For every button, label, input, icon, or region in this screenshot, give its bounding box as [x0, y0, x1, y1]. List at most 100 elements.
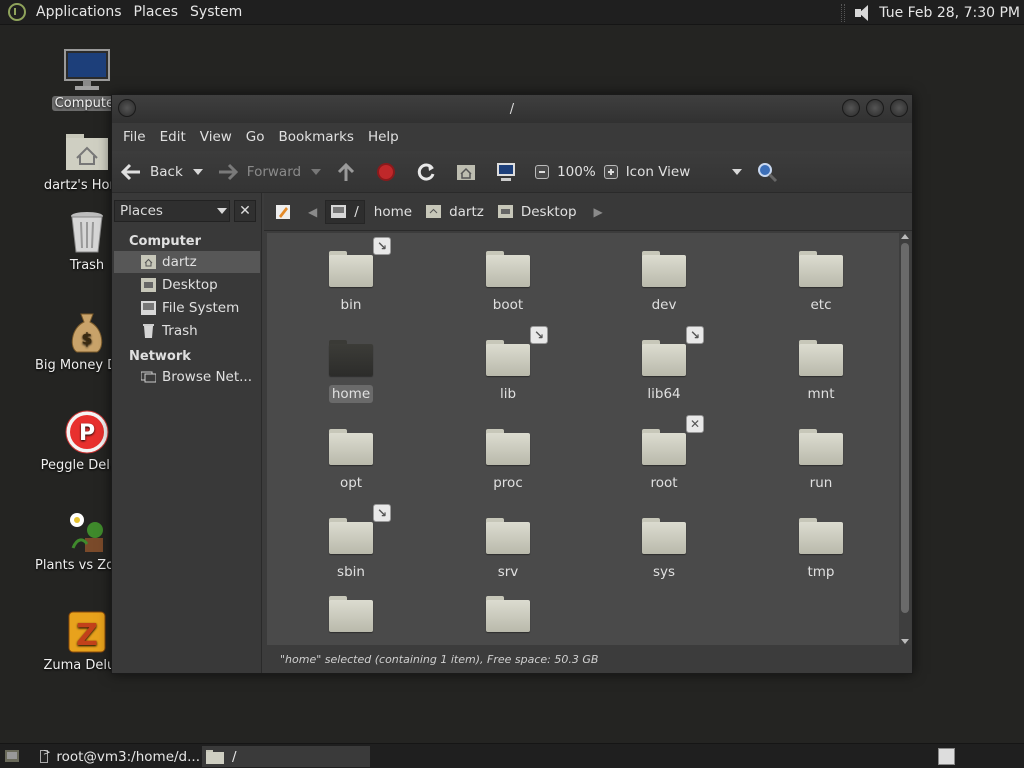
sidebar-close-button[interactable]: ✕	[234, 200, 256, 222]
vertical-scrollbar[interactable]	[899, 233, 911, 645]
applications-menu[interactable]: Applications	[30, 0, 128, 25]
sidebar-item-label: Browse Net...	[162, 369, 253, 385]
scroll-up-arrow[interactable]	[901, 234, 909, 239]
window-menu-button[interactable]	[118, 99, 136, 117]
path-scroll-right[interactable]: ▶	[594, 205, 603, 219]
sidebar-item-trash[interactable]: Trash	[114, 320, 260, 342]
stop-icon	[375, 161, 397, 183]
task-file-manager[interactable]: /	[202, 746, 370, 767]
zoom-level: 100%	[557, 163, 596, 180]
search-button[interactable]	[756, 151, 786, 193]
show-desktop-icon[interactable]	[4, 748, 20, 764]
menu-go[interactable]: Go	[239, 129, 272, 145]
folder-item[interactable]: run	[771, 429, 871, 492]
sidebar-type-combo[interactable]: Places	[114, 200, 230, 222]
crumb-desktop[interactable]: Desktop	[493, 200, 582, 224]
sidebar-item-dartz[interactable]: dartz	[114, 251, 260, 273]
menu-file[interactable]: File	[116, 129, 153, 145]
crumb-root[interactable]: /	[325, 199, 365, 224]
forward-button[interactable]: Forward	[217, 151, 301, 193]
sidebar-item-desktop[interactable]: Desktop	[114, 274, 260, 296]
folder-icon	[799, 429, 843, 465]
up-button[interactable]	[335, 151, 365, 193]
sidebar-item-file-system[interactable]: File System	[114, 297, 260, 319]
drive-icon	[331, 205, 347, 218]
folder-icon	[799, 340, 843, 376]
workspace-switcher[interactable]	[938, 748, 955, 765]
svg-text:Z: Z	[76, 618, 98, 653]
folder-item[interactable]: ↘ sbin	[301, 504, 401, 581]
maximize-button[interactable]	[866, 99, 884, 117]
folder-item[interactable]: srv	[458, 518, 558, 581]
menu-help[interactable]: Help	[361, 129, 406, 145]
folder-label: home	[328, 385, 374, 403]
distro-logo-icon[interactable]	[8, 3, 26, 21]
computer-button[interactable]	[495, 151, 525, 193]
close-button[interactable]	[890, 99, 908, 117]
folder-item[interactable]: opt	[301, 429, 401, 492]
folder-item[interactable]: home	[301, 340, 401, 403]
folder-item[interactable]	[301, 596, 401, 632]
folder-icon	[642, 340, 686, 376]
folder-icon	[206, 749, 224, 764]
window-titlebar[interactable]: /	[112, 95, 912, 123]
forward-history-dropdown[interactable]	[311, 168, 322, 175]
minimize-button[interactable]	[842, 99, 860, 117]
task-terminal[interactable]: root@vm3:/home/d...	[36, 746, 200, 767]
volume-icon[interactable]	[853, 3, 873, 23]
folder-icon	[486, 518, 530, 554]
folder-icon	[486, 429, 530, 465]
scroll-down-arrow[interactable]	[901, 639, 909, 644]
stop-button[interactable]	[375, 151, 405, 193]
top-panel: Applications Places System Tue Feb 28, 7…	[0, 0, 1024, 25]
back-history-dropdown[interactable]	[192, 168, 203, 175]
reload-icon	[415, 161, 437, 183]
crumb-dartz[interactable]: dartz	[421, 200, 489, 224]
icon-view[interactable]: ↘ bin boot dev etc home ↘ lib ↘ lib64 mnt opt proc ✕ r…	[267, 233, 899, 645]
crumb-label: home	[373, 203, 413, 220]
folder-item[interactable]: ✕ root	[614, 415, 714, 492]
back-button[interactable]: Back	[120, 151, 183, 193]
clock[interactable]: Tue Feb 28, 7:30 PM	[879, 5, 1024, 21]
folder-label: opt	[339, 475, 363, 491]
folder-item[interactable]	[458, 596, 558, 632]
folder-label: lib	[499, 386, 517, 402]
plants-icon	[63, 508, 111, 556]
crumb-label: /	[354, 203, 359, 220]
folder-item[interactable]: ↘ lib64	[614, 326, 714, 403]
folder-item[interactable]: ↘ bin	[301, 237, 401, 314]
menu-view[interactable]: View	[193, 129, 239, 145]
folder-item[interactable]: etc	[771, 251, 871, 314]
symlink-emblem-icon: ↘	[686, 326, 704, 344]
folder-icon	[329, 429, 373, 465]
menu-bookmarks[interactable]: Bookmarks	[272, 129, 361, 145]
places-menu[interactable]: Places	[128, 0, 185, 25]
folder-item[interactable]: mnt	[771, 340, 871, 403]
crumb-home[interactable]: home	[369, 200, 417, 224]
zoom-in-button[interactable]	[603, 164, 618, 179]
symlink-emblem-icon: ↘	[530, 326, 548, 344]
system-menu[interactable]: System	[184, 0, 248, 25]
view-mode-select[interactable]: Icon View	[626, 151, 691, 193]
svg-text:P: P	[79, 421, 95, 446]
folder-item[interactable]: dev	[614, 251, 714, 314]
path-scroll-left[interactable]: ◀	[308, 205, 317, 219]
sidebar-item-browse-network[interactable]: Browse Net...	[114, 366, 260, 388]
menu-edit[interactable]: Edit	[153, 129, 193, 145]
home-button[interactable]	[455, 151, 485, 193]
folder-label: sbin	[337, 564, 365, 580]
folder-item[interactable]: sys	[614, 518, 714, 581]
zoom-out-button[interactable]	[535, 164, 550, 179]
folder-item[interactable]: proc	[458, 429, 558, 492]
reload-button[interactable]	[415, 151, 445, 193]
folder-item[interactable]: ↘ lib	[458, 326, 558, 403]
scrollbar-thumb[interactable]	[901, 243, 909, 613]
view-mode-dropdown[interactable]	[732, 168, 743, 175]
folder-item[interactable]: boot	[458, 251, 558, 314]
location-toggle-button[interactable]	[270, 200, 296, 224]
panel-handle	[841, 3, 846, 22]
menubar: File Edit View Go Bookmarks Help	[112, 123, 912, 151]
folder-label: root	[650, 475, 678, 491]
network-icon	[141, 371, 156, 383]
folder-item[interactable]: tmp	[771, 518, 871, 581]
